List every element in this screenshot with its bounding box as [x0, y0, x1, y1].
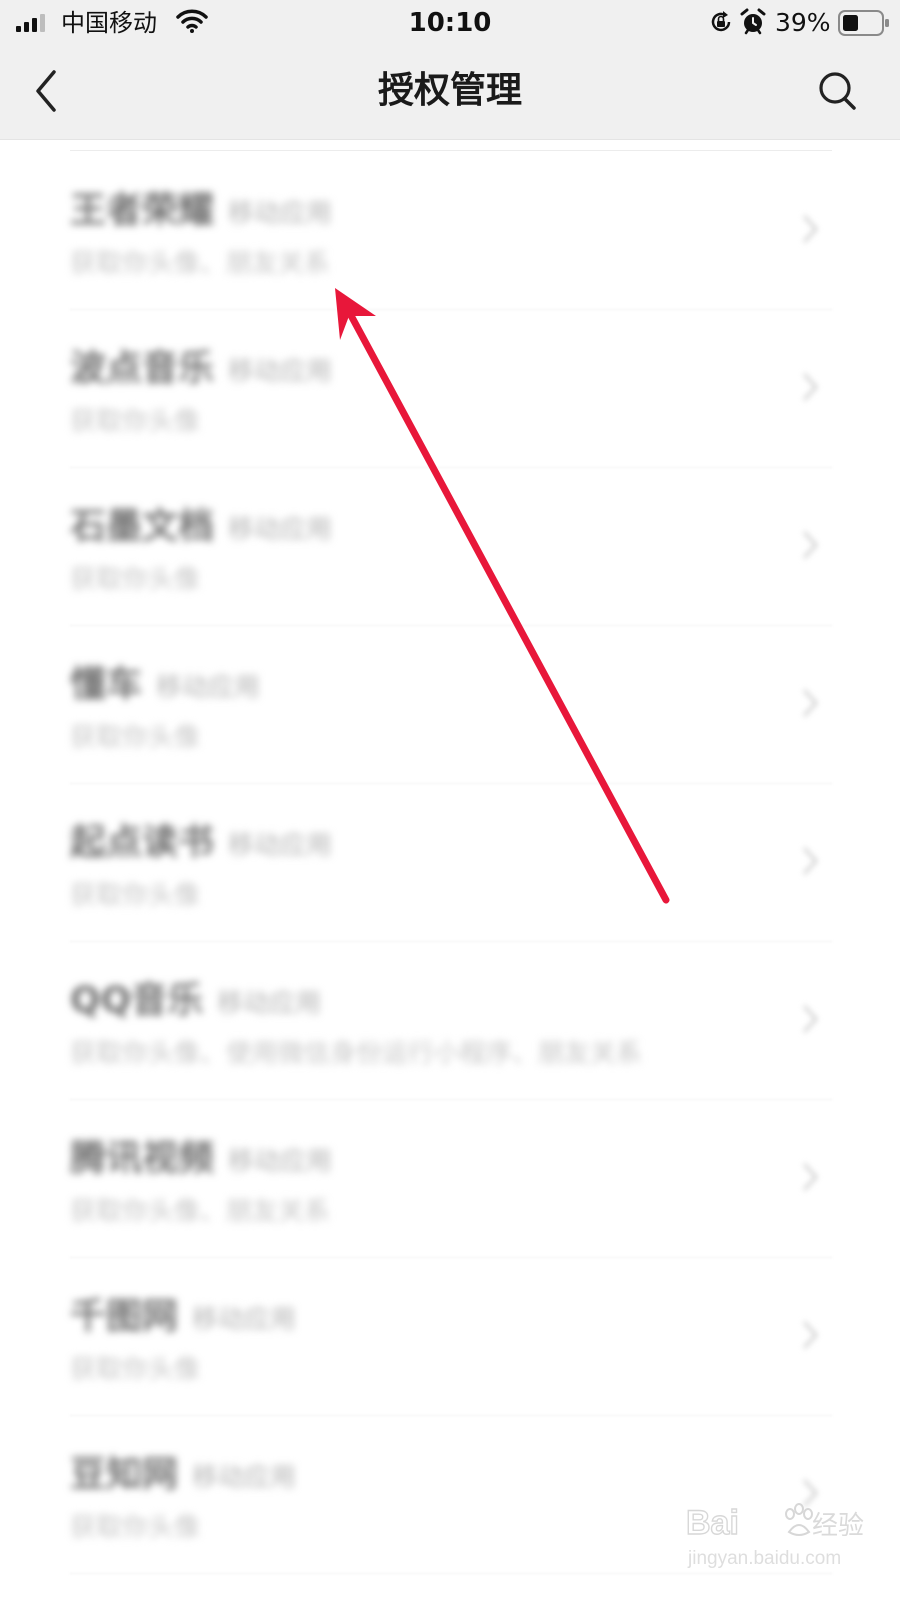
app-type-tag: 移动应用: [217, 989, 322, 1019]
signal-icon: [16, 14, 45, 32]
chevron-right-icon: [802, 530, 819, 560]
permission-summary: 获取你头像、使用微信身份运行小程序、朋友关系: [70, 1039, 643, 1069]
svg-text:Bai: Bai: [686, 1504, 739, 1542]
battery-icon: [838, 10, 889, 36]
app-type-tag: 移动应用: [228, 357, 333, 387]
app-type-tag: 移动应用: [228, 831, 333, 861]
chevron-right-icon: [802, 846, 819, 876]
list-item[interactable]: 波点音乐 移动应用 获取你头像: [0, 308, 900, 468]
search-icon: [819, 72, 856, 110]
chevron-right-icon: [802, 214, 819, 244]
app-name: 懂车: [70, 664, 143, 705]
alarm-icon: [740, 8, 766, 35]
list-item[interactable]: 王者荣耀 移动应用 获取你头像、朋友关系: [0, 150, 900, 310]
app-type-tag: 移动应用: [192, 1463, 297, 1493]
app-name: 波点音乐: [70, 348, 215, 389]
chevron-right-icon: [802, 1162, 819, 1192]
status-bar: 中国移动 10:10 39%: [0, 0, 900, 46]
back-button[interactable]: [26, 66, 68, 116]
nav-bar: 授权管理: [0, 46, 900, 140]
app-name: 王者荣耀: [70, 190, 215, 231]
app-name: 石墨文档: [70, 506, 215, 547]
permission-summary: 获取你头像: [70, 1513, 201, 1543]
permission-summary: 获取你头像: [70, 565, 201, 595]
list-item[interactable]: 懂车 移动应用 获取你头像: [0, 624, 900, 784]
app-name: 腾讯视频: [70, 1138, 215, 1179]
permission-summary: 获取你头像、朋友关系: [70, 1197, 331, 1227]
app-name: 豆知网: [70, 1454, 179, 1495]
permission-summary: 获取你头像、朋友关系: [70, 249, 331, 279]
list-item[interactable]: 千图网 移动应用 获取你头像: [0, 1256, 900, 1416]
search-button[interactable]: [816, 68, 860, 114]
permission-summary: 获取你头像: [70, 723, 201, 753]
list-item[interactable]: QQ音乐 移动应用 获取你头像、使用微信身份运行小程序、朋友关系: [0, 940, 900, 1100]
chevron-right-icon: [802, 688, 819, 718]
baidu-jingyan-watermark: Bai 经验 jingyan.baidu.com: [686, 1503, 864, 1569]
permission-summary: 获取你头像: [70, 407, 201, 437]
chevron-right-icon: [802, 1320, 819, 1350]
wifi-icon: [176, 9, 208, 33]
app-name: 千图网: [70, 1296, 179, 1337]
chevron-right-icon: [802, 372, 819, 402]
status-time: 10:10: [408, 8, 492, 38]
app-type-tag: 移动应用: [156, 673, 261, 703]
list-item[interactable]: 腾讯视频 移动应用 获取你头像、朋友关系: [0, 1098, 900, 1258]
authorized-app-list: 王者荣耀 移动应用 获取你头像、朋友关系 波点音乐 移动应用 获取你头像 石墨文档移…: [0, 140, 900, 1600]
list-item[interactable]: 石墨文档 移动应用 获取你头像: [0, 466, 900, 626]
svg-text:jingyan.baidu.com: jingyan.baidu.com: [687, 1548, 841, 1569]
list-item[interactable]: 起点读书 移动应用 获取你头像: [0, 782, 900, 942]
app-name: QQ音乐: [70, 980, 204, 1021]
carrier-name: 中国移动: [61, 9, 157, 37]
rotation-lock-icon: [711, 11, 731, 32]
permission-summary: 获取你头像: [70, 1355, 201, 1385]
svg-text:经验: 经验: [812, 1510, 864, 1540]
chevron-left-icon: [36, 70, 56, 112]
app-type-tag: 移动应用: [228, 199, 333, 229]
page-title: 授权管理: [377, 70, 522, 111]
chevron-right-icon: [802, 1004, 819, 1034]
app-type-tag: 移动应用: [228, 515, 333, 545]
app-type-tag: 移动应用: [192, 1305, 297, 1335]
battery-percent: 39%: [775, 8, 831, 37]
permission-summary: 获取你头像: [70, 881, 201, 911]
app-name: 起点读书: [70, 822, 215, 863]
app-type-tag: 移动应用: [228, 1147, 333, 1177]
